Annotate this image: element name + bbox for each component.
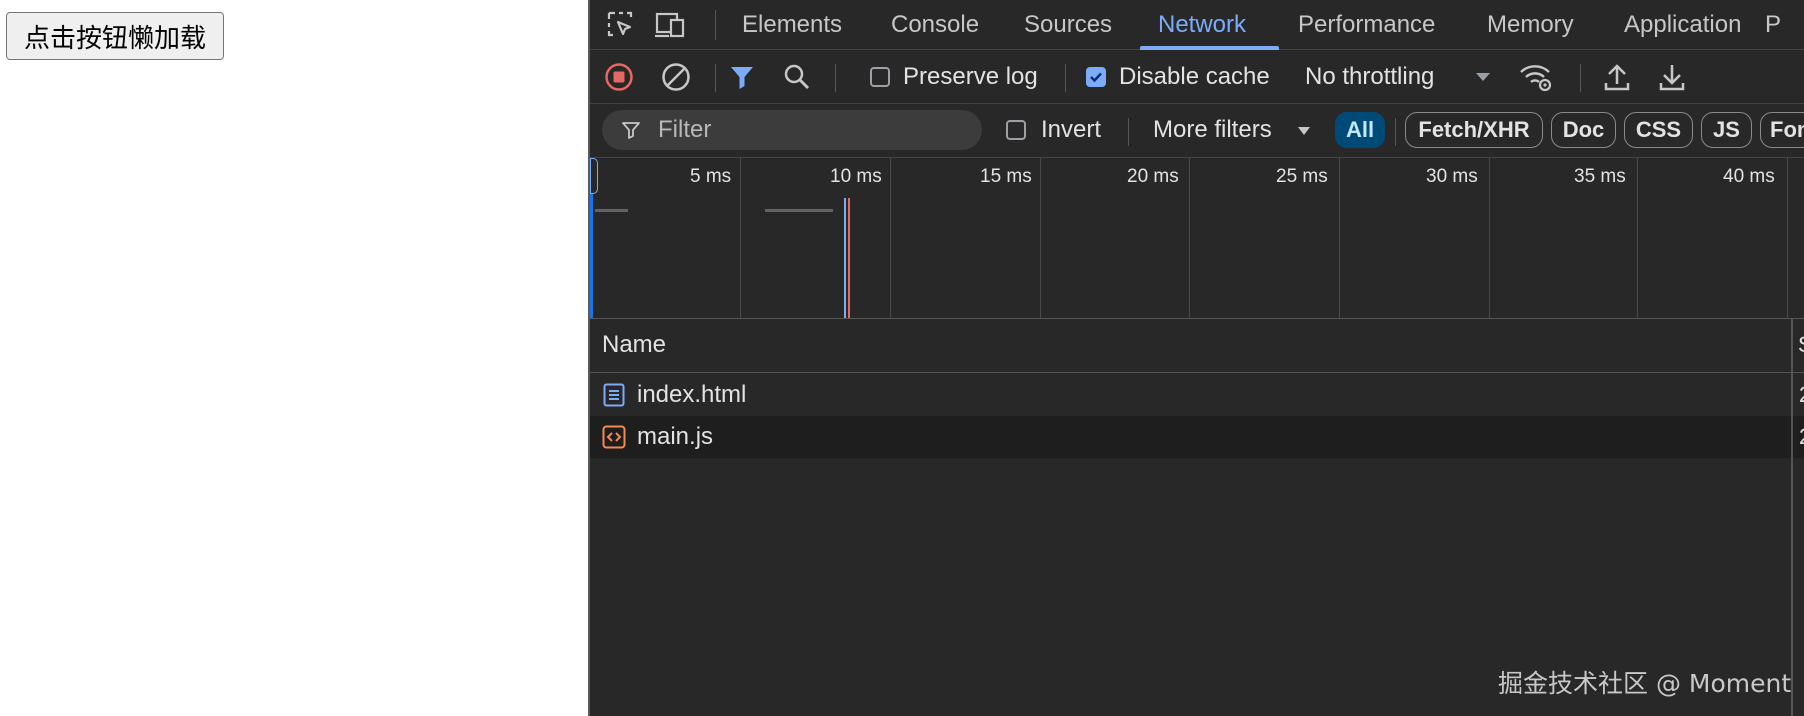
request-table-header: Name S: [590, 318, 1804, 373]
row-next-col-partial: 2: [1799, 382, 1804, 408]
funnel-icon: [620, 119, 642, 141]
type-filter-js[interactable]: JS: [1701, 112, 1752, 148]
table-row[interactable]: index.html: [590, 374, 1791, 416]
network-conditions-icon[interactable]: [1518, 60, 1554, 94]
network-toolbar: Preserve log Disable cache No throttling: [590, 50, 1804, 104]
type-filter-fetch-xhr[interactable]: Fetch/XHR: [1405, 112, 1543, 148]
more-filters-dropdown[interactable]: More filters: [1153, 116, 1272, 144]
throttling-select[interactable]: No throttling: [1305, 63, 1434, 91]
export-har-icon[interactable]: [1655, 60, 1689, 94]
name-column-header[interactable]: Name: [602, 331, 666, 359]
overview-handle-grip[interactable]: [590, 158, 598, 194]
overview-tick: 5 ms: [690, 166, 732, 187]
chevron-down-icon[interactable]: [1472, 66, 1494, 88]
document-icon: [602, 383, 626, 407]
type-filter-doc[interactable]: Doc: [1551, 112, 1616, 148]
overview-tick: 15 ms: [980, 166, 1032, 187]
preserve-log-label: Preserve log: [903, 63, 1038, 90]
tab-network[interactable]: Network: [1158, 0, 1246, 50]
filter-placeholder: Filter: [658, 116, 712, 143]
search-icon[interactable]: [780, 60, 814, 94]
overview-tick: 35 ms: [1574, 166, 1626, 187]
filter-input[interactable]: Filter: [602, 110, 982, 150]
script-icon: [602, 425, 626, 449]
request-bar-index: [595, 209, 628, 212]
tab-performance[interactable]: Performance: [1298, 0, 1435, 50]
request-name[interactable]: main.js: [637, 416, 713, 458]
overview-tick: 10 ms: [830, 166, 882, 187]
type-filter-css[interactable]: CSS: [1624, 112, 1693, 148]
dom-content-loaded-marker: [844, 198, 846, 318]
status-column-header-partial[interactable]: S: [1798, 332, 1804, 358]
stop-recording-icon[interactable]: [602, 60, 636, 94]
disable-cache-label: Disable cache: [1119, 63, 1270, 90]
tab-memory[interactable]: Memory: [1487, 0, 1574, 50]
load-event-marker: [848, 198, 850, 318]
devtools-tab-bar: Elements Console Sources Network Perform…: [590, 0, 1804, 50]
lazy-load-button[interactable]: 点击按钮懒加载: [6, 12, 224, 60]
request-name[interactable]: index.html: [637, 374, 746, 416]
filter-icon[interactable]: [725, 60, 759, 94]
type-filter-font-partial[interactable]: Fon: [1760, 112, 1804, 148]
devtools-panel: Elements Console Sources Network Perform…: [588, 0, 1804, 716]
overview-tick: 40 ms: [1723, 166, 1775, 187]
more-filters-chevron-icon: [1296, 124, 1312, 138]
disable-cache-checkbox[interactable]: [1086, 67, 1106, 87]
watermark: 掘金技术社区 @ Moment: [1498, 669, 1792, 698]
type-filter-all[interactable]: All: [1335, 112, 1385, 148]
clear-icon[interactable]: [659, 60, 693, 94]
tab-sources[interactable]: Sources: [1024, 0, 1112, 50]
inspect-element-icon[interactable]: [604, 8, 638, 42]
table-row[interactable]: main.js: [590, 416, 1791, 458]
request-bar-main: [765, 209, 833, 212]
invert-checkbox[interactable]: [1006, 120, 1026, 140]
preserve-log-checkbox[interactable]: [870, 67, 890, 87]
overview-tick: 30 ms: [1426, 166, 1478, 187]
import-har-icon[interactable]: [1600, 60, 1634, 94]
tab-elements[interactable]: Elements: [742, 0, 842, 50]
tab-overflow-partial[interactable]: P: [1765, 0, 1781, 50]
row-next-col-partial: 2: [1799, 424, 1804, 450]
tab-application[interactable]: Application: [1624, 0, 1741, 50]
overview-tick: 25 ms: [1276, 166, 1328, 187]
invert-label: Invert: [1041, 116, 1102, 143]
device-toolbar-icon[interactable]: [652, 8, 688, 42]
column-divider[interactable]: [1791, 318, 1793, 716]
overview-tick: 20 ms: [1127, 166, 1179, 187]
tab-console[interactable]: Console: [891, 0, 979, 50]
